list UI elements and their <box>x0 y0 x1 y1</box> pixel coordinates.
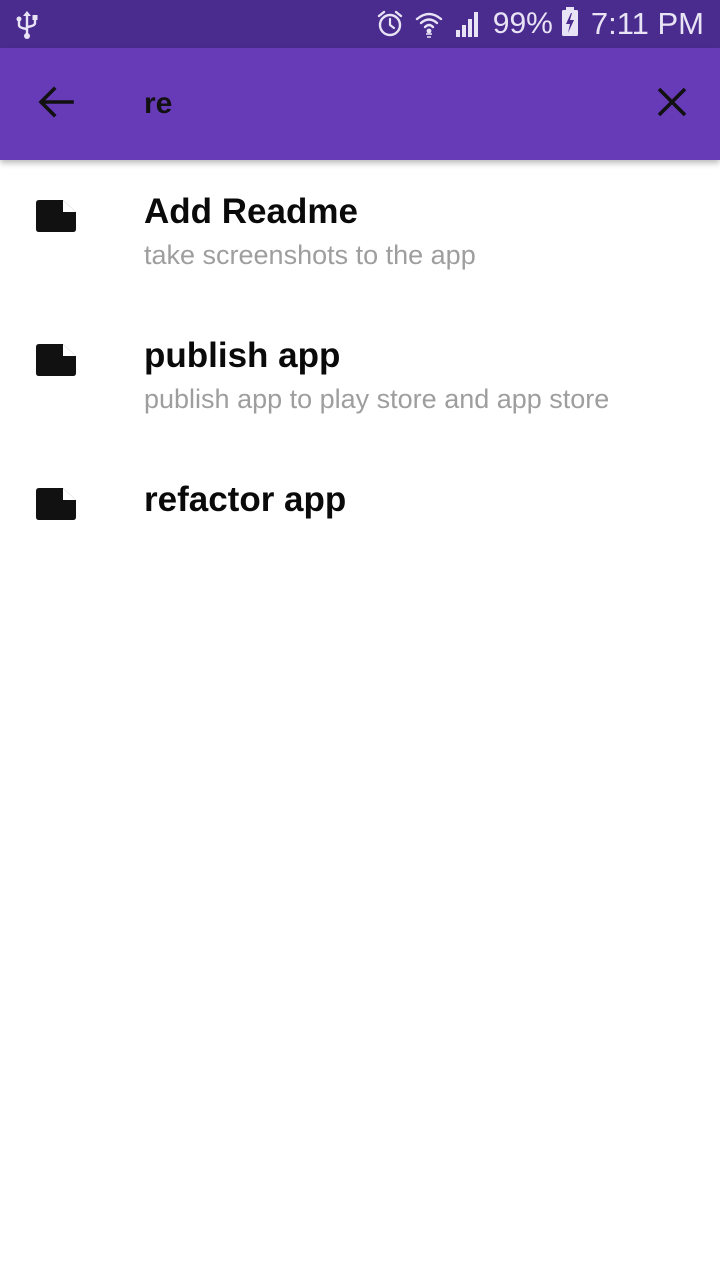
clear-search-button[interactable] <box>644 80 700 128</box>
close-icon <box>657 87 687 122</box>
note-icon <box>36 344 76 376</box>
search-results-list: Add Readme take screenshots to the app p… <box>0 160 720 592</box>
battery-percent: 99% <box>492 7 553 40</box>
list-item[interactable]: publish app publish app to play store an… <box>0 304 720 448</box>
note-icon <box>36 200 76 232</box>
search-app-bar <box>0 48 720 160</box>
item-subtitle: take screenshots to the app <box>144 240 476 270</box>
item-title: Add Readme <box>144 192 358 231</box>
arrow-back-icon <box>38 85 74 123</box>
signal-icon <box>455 10 481 38</box>
battery-charging-icon <box>561 6 579 42</box>
item-title: refactor app <box>144 480 347 519</box>
status-clock: 7:11 PM <box>590 6 704 41</box>
usb-icon <box>14 10 40 40</box>
alarm-icon <box>377 10 403 38</box>
status-bar: 99% 7:11 PM <box>0 0 720 48</box>
list-item[interactable]: Add Readme take screenshots to the app <box>0 160 720 304</box>
back-button[interactable] <box>28 80 84 128</box>
item-title: publish app <box>144 336 341 375</box>
note-icon <box>36 488 76 520</box>
search-input[interactable] <box>144 82 624 126</box>
wifi-icon <box>415 10 443 38</box>
item-subtitle: publish app to play store and app store <box>144 384 610 414</box>
list-item[interactable]: refactor app <box>0 448 720 592</box>
